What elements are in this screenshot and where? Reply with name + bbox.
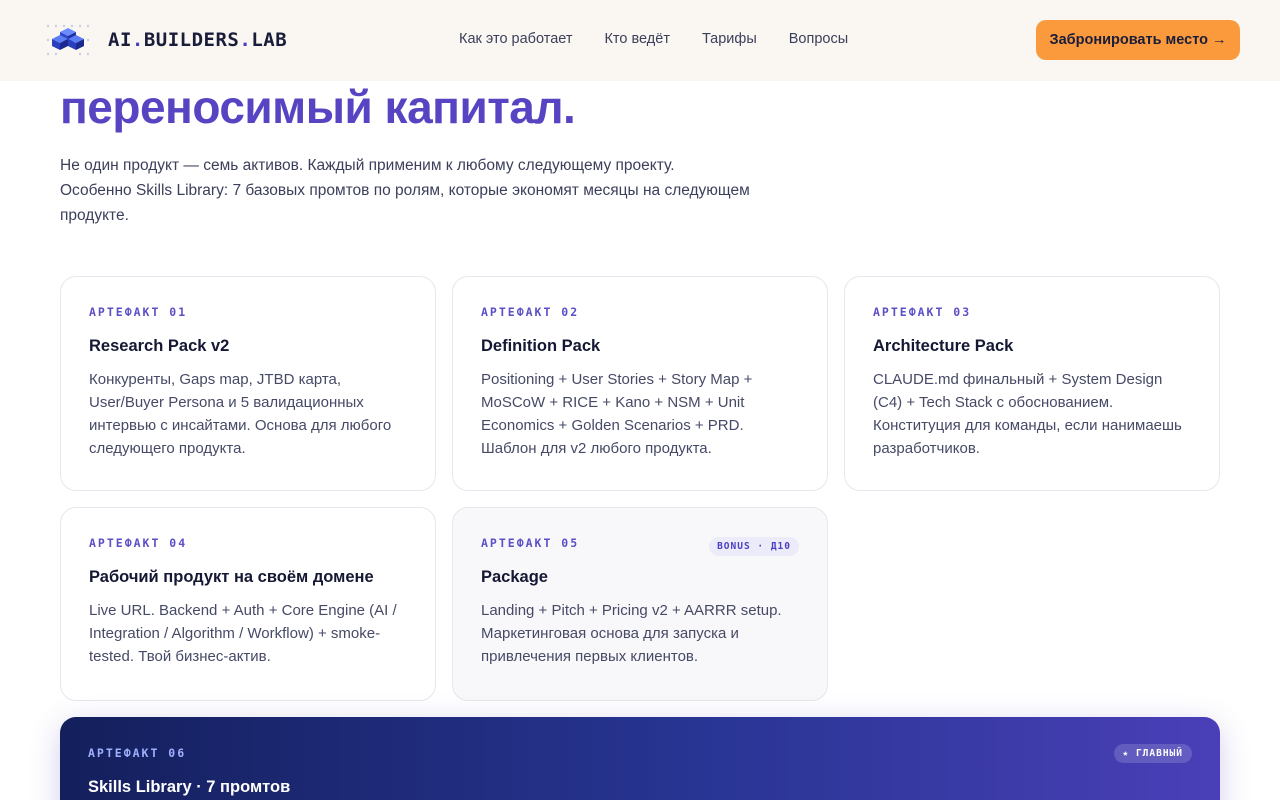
artifact-title: Skills Library · 7 промтов (88, 778, 291, 796)
artifact-description: Конкуренты, Gaps map, JTBD карта, User/B… (89, 371, 392, 457)
artifact-description: Landing + Pitch + Pricing v2 + AARRR set… (481, 602, 782, 665)
artifact-description: Positioning + User Stories + Story Map +… (481, 371, 753, 457)
artifact-label: АРТЕФАКТ 02 (481, 305, 580, 319)
cube-logo-icon (46, 24, 90, 56)
hero-title: переносимый капитал. (60, 81, 576, 133)
nav-link-faq[interactable]: Вопросы (789, 31, 848, 47)
artifact-title: Research Pack v2 (89, 337, 230, 355)
main-badge: ★ ГЛАВНЫЙ (1113, 744, 1192, 763)
artifact-card-01: АРТЕФАКТ 01 Research Pack v2 Конкуренты,… (60, 276, 436, 491)
artifact-description: Live URL. Backend + Auth + Core Engine (… (89, 602, 397, 665)
artifact-card-06-featured: АРТЕФАКТ 06 ★ ГЛАВНЫЙ Skills Library · 7… (60, 717, 1220, 800)
bonus-badge: BONUS · Д10 (709, 537, 799, 556)
artifact-label: АРТЕФАКТ 03 (873, 305, 972, 319)
site-header: AI.BUILDERS.LAB Как это работает Кто вед… (0, 0, 1280, 81)
artifact-title: Architecture Pack (873, 337, 1014, 355)
nav-link-how-it-works[interactable]: Как это работает (459, 31, 572, 47)
hero-description: Не один продукт — семь активов. Каждый п… (60, 157, 750, 224)
artifact-title: Рабочий продукт на своём домене (89, 568, 374, 586)
artifact-label: АРТЕФАКТ 01 (89, 305, 188, 319)
artifact-description: CLAUDE.md финальный + System Design (C4)… (873, 371, 1182, 457)
main-nav: Как это работает Кто ведёт Тарифы Вопрос… (459, 31, 848, 47)
logo-wordmark: AI.BUILDERS.LAB (108, 29, 288, 51)
logo[interactable]: AI.BUILDERS.LAB (44, 22, 287, 58)
artifact-card-02: АРТЕФАКТ 02 Definition Pack Positioning … (452, 276, 828, 491)
artifact-label: АРТЕФАКТ 06 (88, 746, 187, 760)
nav-link-hosts[interactable]: Кто ведёт (604, 31, 669, 47)
artifact-label: АРТЕФАКТ 04 (89, 536, 188, 550)
artifact-card-04: АРТЕФАКТ 04 Рабочий продукт на своём дом… (60, 507, 436, 701)
nav-link-pricing[interactable]: Тарифы (702, 31, 757, 47)
artifact-card-05: АРТЕФАКТ 05 BONUS · Д10 Package Landing … (452, 507, 828, 701)
book-seat-button[interactable]: Забронировать место → (1036, 20, 1240, 60)
artifact-card-03: АРТЕФАКТ 03 Architecture Pack CLAUDE.md … (844, 276, 1220, 491)
artifact-title: Definition Pack (481, 337, 601, 355)
artifact-title: Package (481, 568, 548, 586)
